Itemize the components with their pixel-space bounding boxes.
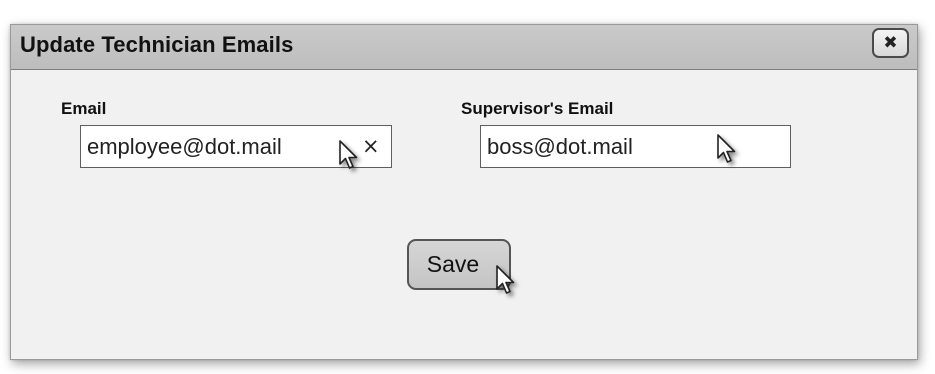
update-technician-emails-dialog: Update Technician Emails ✖ [10, 24, 918, 360]
email-label: Email [61, 99, 107, 118]
close-button[interactable]: ✖ [872, 28, 909, 58]
supervisor-email-field[interactable]: boss@dot.mail [480, 125, 791, 168]
mouse-pointer-icon [717, 134, 736, 163]
clear-icon[interactable]: × [362, 129, 380, 163]
save-button-label: Save [426, 251, 480, 277]
page: Update Technician Emails ✖ Email employe… [0, 0, 935, 374]
supervisor-email-label: Supervisor's Email [461, 99, 614, 118]
dialog-titlebar: Update Technician Emails ✖ [11, 25, 917, 70]
close-icon: ✖ [883, 33, 898, 53]
mouse-pointer-icon [339, 140, 358, 169]
mouse-pointer-icon [496, 265, 515, 294]
dialog-title: Update Technician Emails [20, 32, 294, 57]
